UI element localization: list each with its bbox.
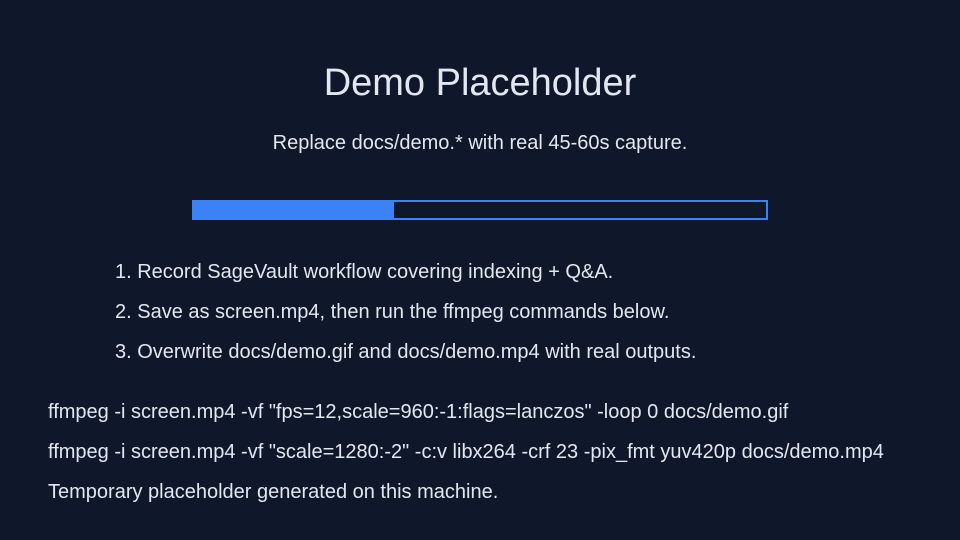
instruction-step-1: 1. Record SageVault workflow covering in… <box>115 261 614 283</box>
page-subtitle: Replace docs/demo.* with real 45-60s cap… <box>272 132 688 154</box>
ffmpeg-mp4-command: ffmpeg -i screen.mp4 -vf "scale=1280:-2"… <box>48 441 884 463</box>
progress-bar-fill <box>194 202 395 218</box>
footer-note: Temporary placeholder generated on this … <box>48 481 499 503</box>
progress-bar <box>192 200 768 220</box>
ffmpeg-gif-command: ffmpeg -i screen.mp4 -vf "fps=12,scale=9… <box>48 401 789 423</box>
page-title: Demo Placeholder <box>323 62 637 104</box>
instruction-step-3: 3. Overwrite docs/demo.gif and docs/demo… <box>115 341 697 363</box>
instruction-step-2: 2. Save as screen.mp4, then run the ffmp… <box>115 301 670 323</box>
